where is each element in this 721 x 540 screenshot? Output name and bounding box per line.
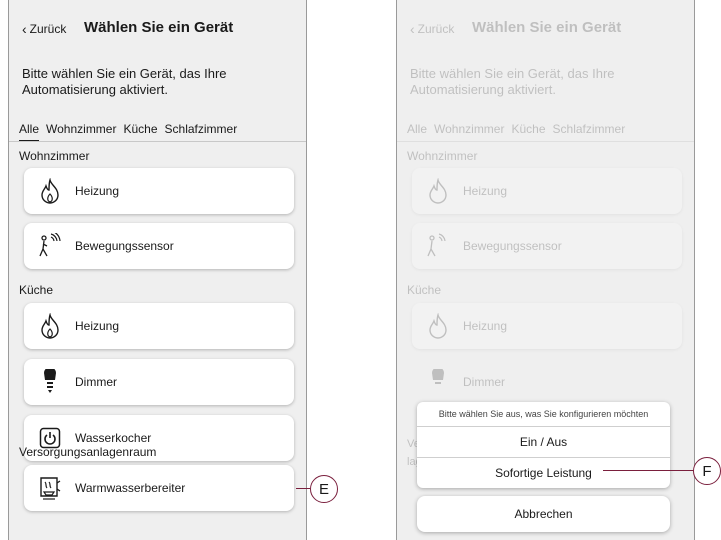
page-title: Wählen Sie ein Gerät (472, 19, 622, 36)
section-title: Wohnzimmer (407, 149, 478, 163)
tab-wohnzimmer[interactable]: Wohnzimmer (46, 122, 116, 142)
header: ‹ Zurück Wählen Sie ein Gerät Bitte wähl… (397, 0, 694, 142)
device-label: Bewegungssensor (75, 239, 174, 253)
tab-schlafzimmer[interactable]: Schlafzimmer (165, 122, 238, 142)
callout-e-line (296, 488, 310, 489)
section-title: Versorgungsanlagenraum (19, 445, 157, 459)
device-label: Dimmer (463, 375, 505, 389)
device-card-warmwasserbereiter[interactable]: Warmwasserbereiter (24, 465, 294, 511)
bulb-icon (424, 368, 452, 396)
page-subtitle: Bitte wählen Sie ein Gerät, das Ihre Aut… (22, 66, 227, 97)
header-divider (9, 141, 306, 142)
bulb-icon (36, 368, 64, 396)
back-button[interactable]: ‹ Zurück (410, 21, 454, 37)
motion-sensor-icon (424, 232, 452, 260)
header: ‹ Zurück Wählen Sie ein Gerät Bitte wähl… (9, 0, 306, 142)
device-label: Heizung (463, 319, 508, 333)
page-title: Wählen Sie ein Gerät (84, 19, 234, 36)
device-label: Warmwasserbereiter (75, 481, 186, 495)
device-label: Heizung (463, 184, 508, 198)
room-tabs: Alle Wohnzimmer Küche Schlafzimmer (407, 122, 632, 140)
device-label: Dimmer (75, 375, 117, 389)
flame-icon (36, 177, 64, 205)
option-ein-aus[interactable]: Ein / Aus (417, 427, 670, 458)
device-card-heizung[interactable]: Heizung (24, 168, 294, 214)
option-sofortige-leistung[interactable]: Sofortige Leistung (417, 458, 670, 488)
tab-kueche[interactable]: Küche (511, 122, 545, 140)
device-card-bewegungssensor[interactable]: Bewegungssensor (412, 223, 682, 269)
callout-f: F (693, 457, 721, 485)
room-tabs: Alle Wohnzimmer Küche Schlafzimmer (19, 122, 244, 142)
section-title: Küche (19, 283, 54, 297)
flame-icon (36, 312, 64, 340)
tab-kueche[interactable]: Küche (123, 122, 157, 142)
device-selection-screen: ‹ Zurück Wählen Sie ein Gerät Bitte wähl… (8, 0, 307, 540)
action-sheet: Bitte wählen Sie aus, was Sie konfigurie… (417, 402, 670, 488)
device-card-dimmer[interactable]: Dimmer (412, 359, 682, 405)
chevron-left-icon: ‹ (22, 21, 27, 37)
header-divider (397, 141, 694, 142)
configuration-sheet-screen: ‹ Zurück Wählen Sie ein Gerät Bitte wähl… (396, 0, 695, 540)
device-card-heizung[interactable]: Heizung (412, 168, 682, 214)
page-subtitle: Bitte wählen Sie ein Gerät, das Ihre Aut… (410, 66, 615, 97)
back-label: Zurück (29, 22, 67, 36)
tab-wohnzimmer[interactable]: Wohnzimmer (434, 122, 504, 140)
device-label: Bewegungssensor (463, 239, 562, 253)
water-heater-icon (36, 474, 64, 502)
flame-icon (424, 177, 452, 205)
back-label: Zurück (417, 22, 455, 36)
callout-e: E (310, 475, 338, 503)
device-card-bewegungssensor[interactable]: Bewegungssensor (24, 223, 294, 269)
back-button[interactable]: ‹ Zurück (22, 21, 66, 37)
cancel-button[interactable]: Abbrechen (417, 496, 670, 532)
section-title: Wohnzimmer (19, 149, 90, 163)
motion-sensor-icon (36, 232, 64, 260)
flame-icon (424, 312, 452, 340)
device-label: Heizung (75, 184, 120, 198)
section-title: Küche (407, 283, 442, 297)
device-label: Heizung (75, 319, 120, 333)
device-card-dimmer[interactable]: Dimmer (24, 359, 294, 405)
tab-alle[interactable]: Alle (19, 122, 40, 142)
device-card-heizung[interactable]: Heizung (412, 303, 682, 349)
device-label: Wasserkocher (75, 431, 152, 445)
tab-alle[interactable]: Alle (407, 122, 427, 140)
action-sheet-prompt: Bitte wählen Sie aus, was Sie konfigurie… (417, 402, 670, 427)
callout-f-line (603, 470, 694, 471)
tab-schlafzimmer[interactable]: Schlafzimmer (553, 122, 626, 140)
device-card-heizung[interactable]: Heizung (24, 303, 294, 349)
chevron-left-icon: ‹ (410, 21, 415, 37)
